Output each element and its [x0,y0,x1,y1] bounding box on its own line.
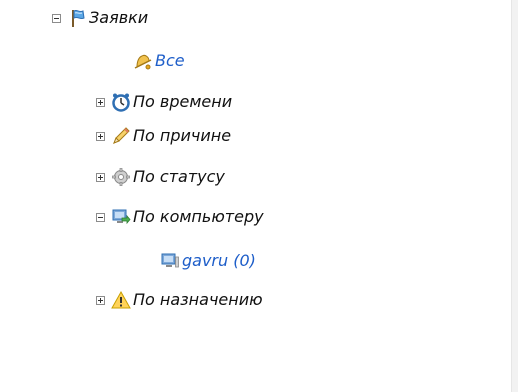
warning-icon [111,290,131,309]
tree-node-by-computer[interactable]: По компьютеру [96,205,264,229]
tree-node-all[interactable]: Все [133,49,185,73]
expand-toggle[interactable] [96,295,105,305]
tree-node-gavru[interactable]: gavru (0) [160,249,256,273]
flag-icon [72,9,85,27]
tree-node-label: По назначению [133,290,263,309]
computer-icon [161,253,179,268]
tree-node-label: Все [155,51,185,70]
tree-node-by-assignment[interactable]: По назначению [96,288,263,312]
gear-icon [112,168,130,186]
tree-node-label: По статусу [133,167,225,186]
expand-toggle[interactable] [96,97,105,107]
tree-node-label: По компьютеру [133,207,264,226]
bell-icon [134,54,152,70]
tree-node-label: По времени [133,92,233,111]
clock-icon [112,93,130,112]
collapse-toggle[interactable] [96,212,105,222]
tree-panel: Заявки Все По времени По причине По стат… [0,0,518,392]
expand-toggle[interactable] [96,172,105,182]
scrollbar-track[interactable] [511,0,518,392]
tree-node-by-reason[interactable]: По причине [96,124,231,148]
tree-node-label: Заявки [89,8,149,27]
tree-node-by-time[interactable]: По времени [96,90,232,114]
tree-node-label: По причине [133,126,232,145]
expand-toggle[interactable] [96,131,105,141]
computer-icon [112,209,131,225]
tree-node-by-status[interactable]: По статусу [96,165,225,189]
pencil-icon [113,127,130,144]
tree-node-label: gavru (0) [182,251,256,270]
collapse-toggle[interactable] [52,13,61,23]
tree-node-requests[interactable]: Заявки [52,6,148,30]
